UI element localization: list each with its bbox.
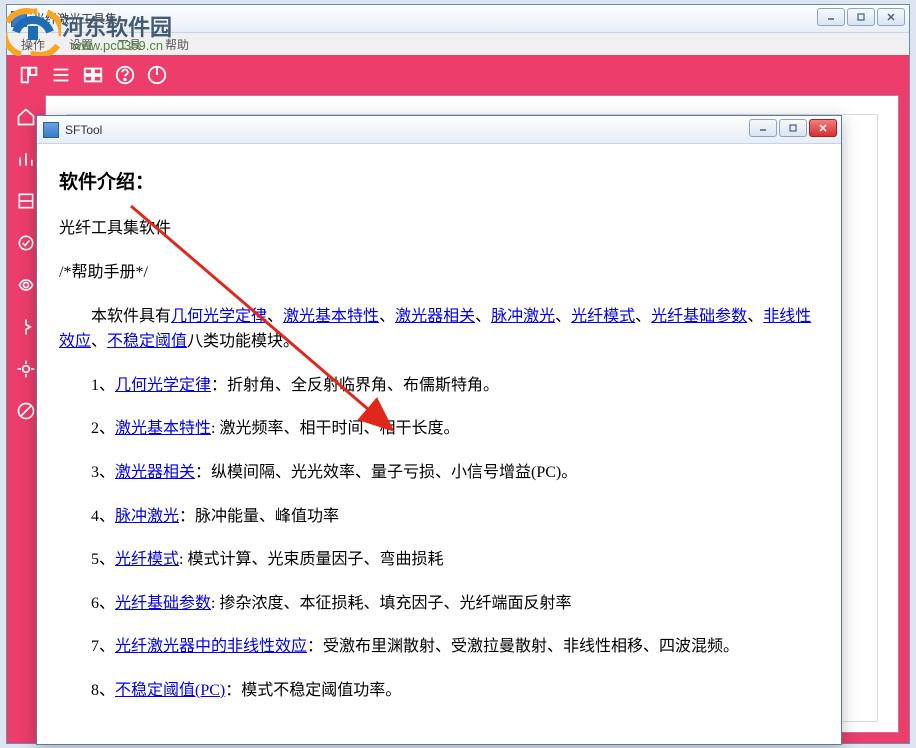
doc-heading: 软件介绍： [59,168,819,198]
list-item: 5、光纤模式: 模式计算、光束质量因子、弯曲损耗 [59,547,819,573]
list-link-1[interactable]: 激光基本特性 [115,420,211,437]
sftool-dialog: SFTool 软件介绍： 光纤工具集软件 /*帮助手册*/ 本软件具有几何光学定… [36,115,842,745]
list-item: 7、光纤激光器中的非线性效应：受激布里渊散射、受激拉曼散射、非线性相移、四波混频… [59,634,819,660]
app-icon [11,11,27,27]
list-item: 2、激光基本特性: 激光频率、相干时间、相干长度。 [59,416,819,442]
sidebar-item-1[interactable] [14,105,38,129]
sidebar-item-2[interactable] [14,147,38,171]
intro-suffix: 八类功能模块。 [187,333,299,350]
main-titlebar: 光纤激光工具集 [7,5,909,33]
dialog-titlebar: SFTool [37,116,841,144]
close-button[interactable] [877,8,905,26]
dialog-title: SFTool [65,123,102,137]
list-item: 8、不稳定阈值(PC)：模式不稳定阈值功率。 [59,678,819,704]
dialog-app-icon [43,122,59,138]
dialog-minimize-button[interactable] [749,119,777,137]
sidebar-item-6[interactable] [14,315,38,339]
doc-note: /*帮助手册*/ [59,260,819,286]
toolbar [7,55,909,95]
list-link-4[interactable]: 光纤模式 [115,551,179,568]
intro-link-4[interactable]: 光纤模式 [571,308,635,325]
sidebar-item-4[interactable] [14,231,38,255]
dialog-body: 软件介绍： 光纤工具集软件 /*帮助手册*/ 本软件具有几何光学定律、激光基本特… [37,144,841,744]
toolbar-power-icon[interactable] [145,63,169,87]
list-item: 1、几何光学定律：折射角、全反射临界角、布儒斯特角。 [59,373,819,399]
dialog-maximize-button[interactable] [779,119,807,137]
list-link-7[interactable]: 不稳定阈值(PC) [115,682,225,699]
list-link-2[interactable]: 激光器相关 [115,464,195,481]
list-item: 3、激光器相关：纵模间隔、光光效率、量子亏损、小信号增益(PC)。 [59,460,819,486]
intro-link-2[interactable]: 激光器相关 [395,308,475,325]
sidebar-item-7[interactable] [14,357,38,381]
intro-link-0[interactable]: 几何光学定律 [171,308,267,325]
dialog-close-button[interactable] [809,119,837,137]
menu-tools[interactable]: 工具 [109,34,149,55]
list-link-3[interactable]: 脉冲激光 [115,508,179,525]
list-link-6[interactable]: 光纤激光器中的非线性效应 [115,638,307,655]
toolbar-help-icon[interactable] [113,63,137,87]
menu-help[interactable]: 帮助 [157,34,197,55]
doc-intro: 本软件具有几何光学定律、激光基本特性、激光器相关、脉冲激光、光纤模式、光纤基础参… [59,304,819,355]
sidebar-item-8[interactable] [14,399,38,423]
list-link-0[interactable]: 几何光学定律 [115,377,211,394]
intro-link-1[interactable]: 激光基本特性 [283,308,379,325]
toolbar-tool-2[interactable] [49,63,73,87]
intro-prefix: 本软件具有 [91,308,171,325]
menu-operate[interactable]: 操作 [13,34,53,55]
intro-link-7[interactable]: 不稳定阈值 [107,333,187,350]
toolbar-tool-3[interactable] [81,63,105,87]
list-item: 4、脉冲激光：脉冲能量、峰值功率 [59,504,819,530]
list-link-5[interactable]: 光纤基础参数 [115,595,211,612]
main-window-title: 光纤激光工具集 [33,10,117,27]
intro-link-3[interactable]: 脉冲激光 [491,308,555,325]
sidebar-item-3[interactable] [14,189,38,213]
maximize-button[interactable] [847,8,875,26]
minimize-button[interactable] [817,8,845,26]
list-item: 6、光纤基础参数: 掺杂浓度、本征损耗、填充因子、光纤端面反射率 [59,591,819,617]
sidebar-item-5[interactable] [14,273,38,297]
toolbar-tool-1[interactable] [17,63,41,87]
doc-list: 1、几何光学定律：折射角、全反射临界角、布儒斯特角。 2、激光基本特性: 激光频… [59,373,819,704]
intro-link-5[interactable]: 光纤基础参数 [651,308,747,325]
doc-subtitle: 光纤工具集软件 [59,216,819,242]
menubar: 操作 设置 工具 帮助 [7,33,909,55]
menu-settings[interactable]: 设置 [61,34,101,55]
